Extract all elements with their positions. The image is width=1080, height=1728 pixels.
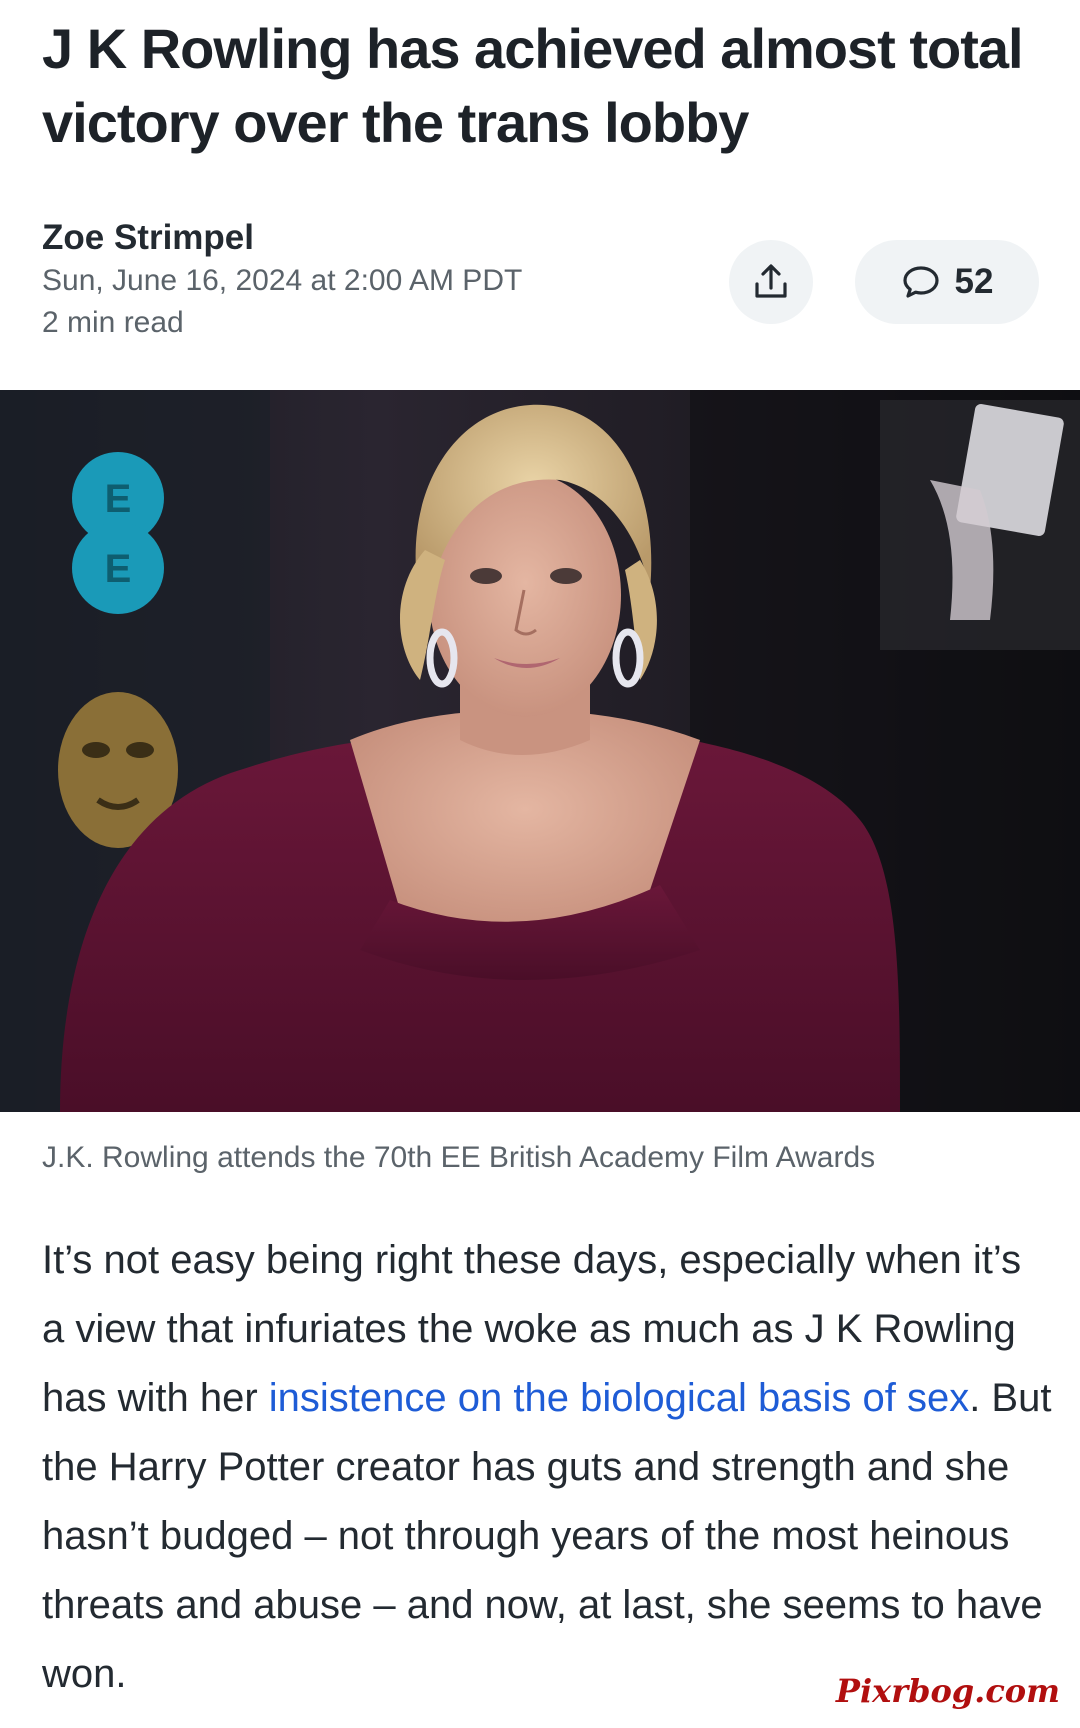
- paragraph-text-end: . But the Harry Potter creator has guts …: [42, 1376, 1052, 1696]
- biological-sex-link[interactable]: insistence on the biological basis of se…: [269, 1376, 969, 1420]
- share-button[interactable]: [729, 240, 813, 324]
- article-headline: J K Rowling has achieved almost total vi…: [42, 17, 1024, 154]
- author-name[interactable]: Zoe Strimpel: [42, 216, 522, 260]
- publish-date: Sun, June 16, 2024 at 2:00 AM PDT: [42, 264, 523, 297]
- byline: Zoe Strimpel Sun, June 16, 2024 at 2:00 …: [42, 216, 522, 344]
- article-paragraph: It’s not easy being right these days, es…: [42, 1226, 1052, 1709]
- ee-letter-bottom: E: [105, 547, 132, 591]
- watermark: Pixrbog.com: [835, 1672, 1060, 1710]
- comments-button[interactable]: 52: [855, 240, 1039, 324]
- ee-letter-top: E: [105, 477, 132, 521]
- article-hero-image: E E: [0, 390, 1080, 1112]
- image-caption: J.K. Rowling attends the 70th EE British…: [42, 1141, 876, 1174]
- comment-icon: [902, 266, 939, 298]
- article-page: J K Rowling has achieved almost total vi…: [0, 0, 1080, 1728]
- share-icon: [755, 264, 787, 298]
- comment-count: 52: [954, 262, 994, 301]
- read-time: 2 min read: [42, 306, 184, 339]
